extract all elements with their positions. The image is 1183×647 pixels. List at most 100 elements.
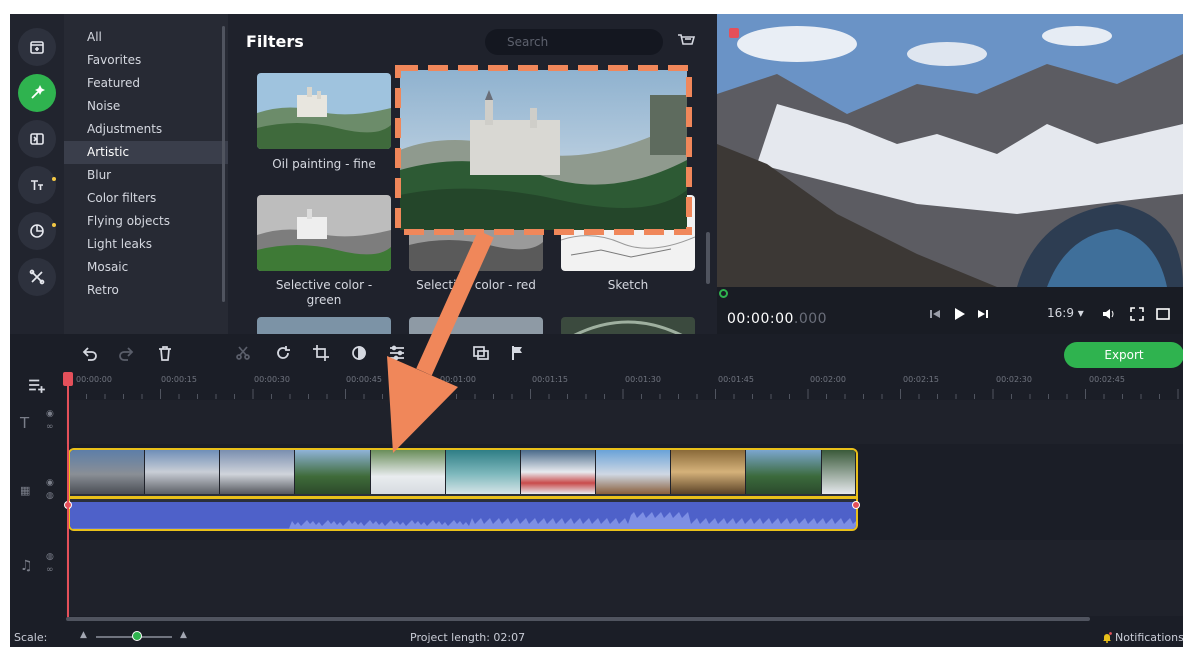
ruler-label: 00:00:45	[346, 375, 382, 384]
filter-category-list: All Favorites Featured Noise Adjustments…	[64, 14, 228, 334]
rotate-icon[interactable]	[274, 344, 292, 362]
status-bar: Scale: ▲ ▲ Project length: 02:07 Notific…	[10, 627, 1183, 647]
player-panel: 00:00:00.000 16:9 ▾	[717, 14, 1183, 334]
ruler-label: 00:00:30	[254, 375, 290, 384]
split-icon[interactable]	[234, 344, 252, 362]
clip-frame	[70, 450, 146, 494]
filter-thumb-sketch[interactable]	[561, 195, 695, 271]
clip-divider	[70, 496, 856, 499]
tool-rail	[10, 14, 64, 334]
visibility-icon[interactable]: ◉	[46, 409, 54, 419]
search-box[interactable]	[485, 29, 663, 55]
clip-end-handle[interactable]	[852, 501, 860, 509]
fullscreen-icon[interactable]	[1129, 306, 1145, 322]
clip-frame	[370, 450, 446, 494]
notifications-label: Notifications	[1115, 631, 1183, 644]
category-color-filters[interactable]: Color filters	[64, 187, 228, 210]
filter-thumb-oil-painting[interactable]	[257, 73, 391, 149]
aspect-ratio-select[interactable]: 16:9 ▾	[1047, 306, 1084, 320]
next-frame-icon[interactable]	[975, 306, 991, 322]
clip-audio-waveform	[70, 502, 856, 529]
preview-scrubber-handle[interactable]	[719, 289, 728, 298]
category-artistic[interactable]: Artistic	[64, 141, 228, 164]
search-input[interactable]	[493, 35, 657, 49]
project-length: Project length: 02:07	[410, 631, 526, 644]
timeline-ruler[interactable]: 00:00:00 00:00:15 00:00:30 00:00:45 00:0…	[10, 372, 1183, 400]
filter-label-selective-green: Selective color - green	[275, 278, 373, 307]
clip-frame	[520, 450, 597, 494]
stickers-icon[interactable]	[18, 212, 56, 250]
clip-frame	[295, 450, 371, 494]
audio-track-area[interactable]	[66, 540, 1183, 616]
filter-thumb-row3-3[interactable]	[561, 317, 695, 334]
filter-thumb-row3-2[interactable]	[409, 317, 543, 334]
audio-track: ♫ ◍ ∞	[10, 540, 1183, 616]
color-adjust-icon[interactable]	[350, 344, 368, 362]
category-adjustments[interactable]: Adjustments	[64, 118, 228, 141]
magic-wand-icon[interactable]	[18, 74, 56, 112]
filter-thumb-selective-red[interactable]	[409, 195, 543, 271]
title-track: T ◉ ∞	[10, 400, 1183, 444]
video-clip[interactable]	[68, 448, 858, 531]
titles-icon[interactable]	[18, 166, 56, 204]
category-all[interactable]: All	[64, 26, 228, 49]
music-note-icon: ♫	[20, 558, 33, 574]
timeline-scrollbar[interactable]	[66, 617, 1090, 621]
title-track-area[interactable]	[66, 400, 1183, 444]
volume-icon[interactable]	[1101, 306, 1117, 322]
lock-icon[interactable]: ∞	[46, 565, 54, 575]
lock-icon[interactable]: ∞	[46, 422, 54, 432]
zoom-out-icon[interactable]: ▲	[80, 630, 87, 640]
ruler-label: 00:02:30	[996, 375, 1032, 384]
overlay-icon[interactable]	[472, 344, 490, 362]
category-retro[interactable]: Retro	[64, 279, 228, 302]
filter-label-sketch: Sketch	[607, 278, 649, 292]
category-mosaic[interactable]: Mosaic	[64, 256, 228, 279]
scale-label: Scale:	[14, 631, 48, 644]
visibility-icon[interactable]: ◉	[46, 478, 54, 488]
category-favorites[interactable]: Favorites	[64, 49, 228, 72]
zoom-in-icon[interactable]: ▲	[180, 630, 187, 640]
export-button[interactable]: Export	[1064, 342, 1183, 368]
filters-title: Filters	[246, 32, 304, 51]
category-scrollbar[interactable]	[222, 26, 225, 302]
clip-frame	[596, 450, 672, 494]
category-blur[interactable]: Blur	[64, 164, 228, 187]
transitions-icon[interactable]	[18, 120, 56, 158]
marker-icon[interactable]	[508, 344, 526, 362]
add-track-icon[interactable]	[28, 376, 45, 393]
previous-frame-icon[interactable]	[927, 306, 943, 322]
import-icon[interactable]	[18, 28, 56, 66]
filter-label-oil-painting: Oil painting - fine	[272, 157, 376, 171]
detach-player-icon[interactable]	[1155, 306, 1171, 322]
video-track-header: ▦ ◉ ◍	[10, 446, 66, 538]
more-tools-icon[interactable]	[18, 258, 56, 296]
category-light-leaks[interactable]: Light leaks	[64, 233, 228, 256]
mute-icon[interactable]: ◍	[46, 552, 54, 562]
redo-icon[interactable]	[118, 344, 136, 362]
category-flying-objects[interactable]: Flying objects	[64, 210, 228, 233]
video-editor-window: All Favorites Featured Noise Adjustments…	[10, 14, 1183, 647]
crop-icon[interactable]	[312, 344, 330, 362]
filter-thumb-selective-green[interactable]	[257, 195, 391, 271]
notifications-button[interactable]: Notifications	[1102, 631, 1183, 644]
scale-slider-knob[interactable]	[132, 631, 142, 641]
filter-thumb-row3-1[interactable]	[257, 317, 391, 334]
timeline-playhead[interactable]	[67, 374, 69, 619]
category-featured[interactable]: Featured	[64, 72, 228, 95]
store-icon[interactable]	[676, 31, 696, 51]
clip-frame	[746, 450, 822, 494]
filters-scrollbar[interactable]	[706, 232, 710, 284]
preview-timecode: 00:00:00.000	[727, 311, 828, 327]
undo-icon[interactable]	[80, 344, 98, 362]
timeline-toolbar: Export	[10, 334, 1183, 372]
title-track-header: T ◉ ∞	[10, 400, 66, 444]
delete-icon[interactable]	[156, 344, 174, 362]
ruler-label: 00:02:45	[1089, 375, 1125, 384]
mute-icon[interactable]: ◍	[46, 491, 54, 501]
text-track-icon: T	[20, 414, 30, 432]
clip-properties-icon[interactable]	[388, 344, 406, 362]
play-icon[interactable]	[951, 306, 967, 322]
ruler-label: 00:00:15	[161, 375, 197, 384]
category-noise[interactable]: Noise	[64, 95, 228, 118]
